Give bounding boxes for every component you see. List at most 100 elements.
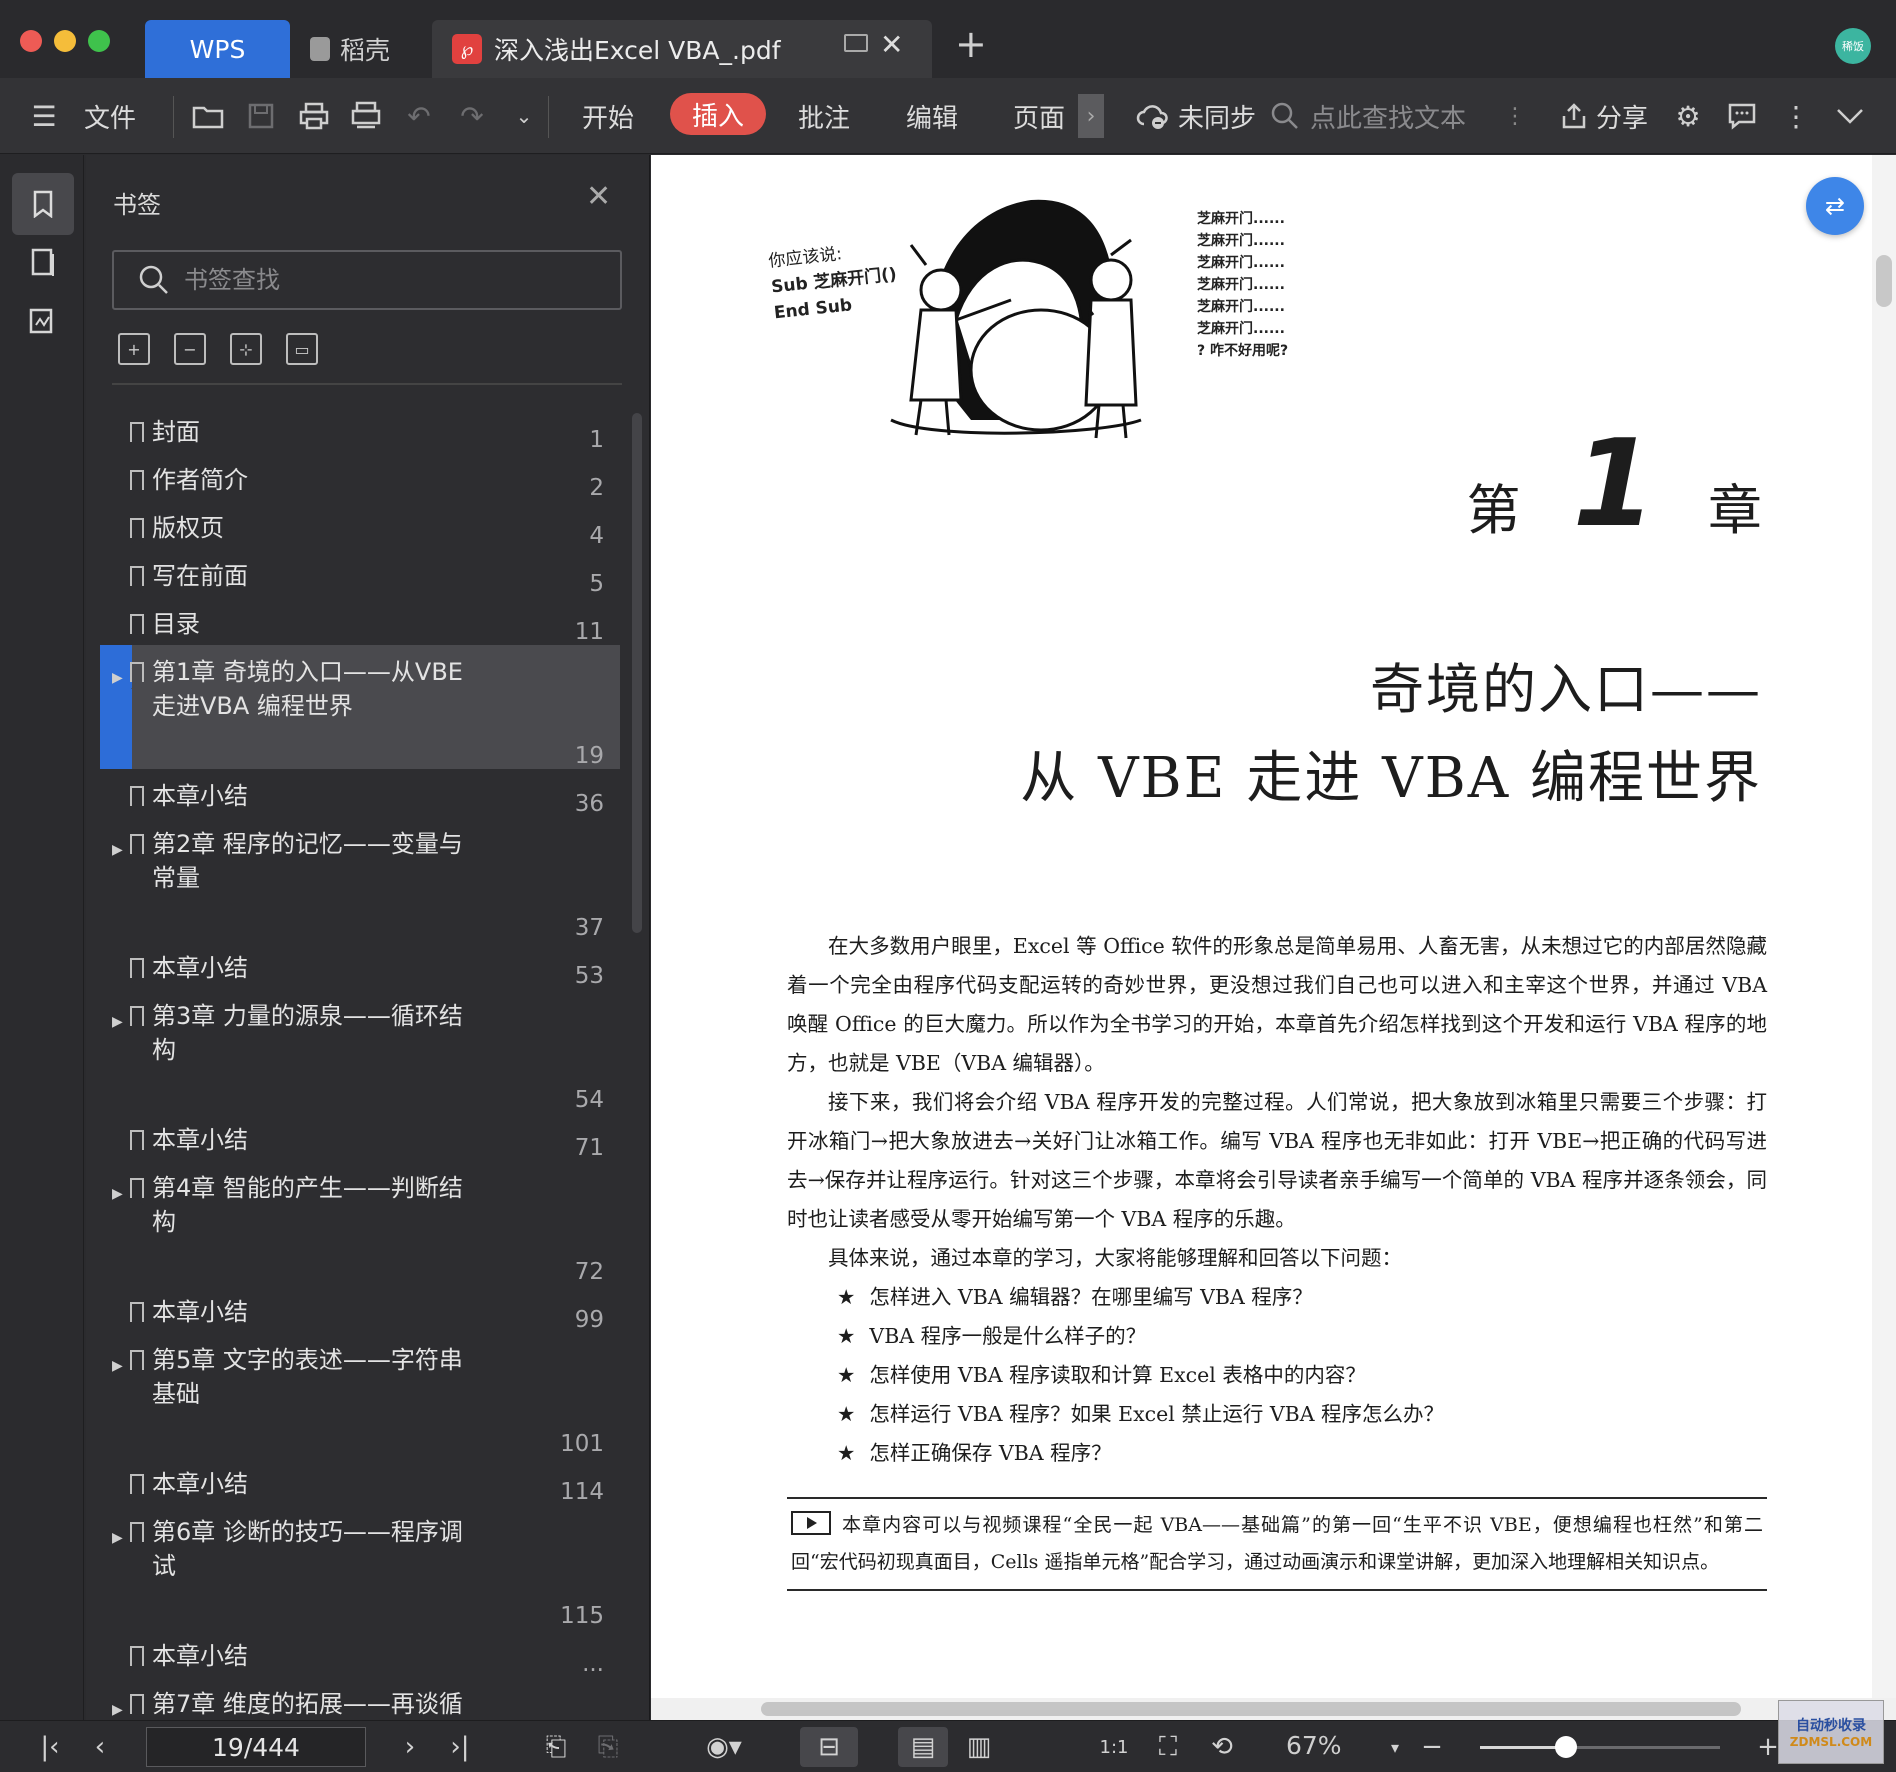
panel-scrollbar[interactable] [632, 413, 642, 933]
maximize-window-button[interactable] [88, 30, 110, 52]
minimize-window-button[interactable] [54, 30, 76, 52]
bookmark-item[interactable]: ▶ 第4章 智能的产生——判断结构 72 [100, 1161, 620, 1285]
horizontal-scroll-thumb[interactable] [761, 1702, 1741, 1716]
add-bookmark-icon[interactable]: + [118, 333, 150, 365]
print-preview-icon[interactable] [348, 98, 384, 134]
bookmark-item[interactable]: 封面 1 [100, 405, 620, 453]
open-folder-icon[interactable] [190, 98, 226, 134]
close-window-button[interactable] [20, 30, 42, 52]
bookmark-page-number: 5 [589, 571, 604, 597]
next-page-icon[interactable]: › [390, 1727, 430, 1767]
page-number-input[interactable] [146, 1727, 366, 1767]
bookmark-item[interactable]: ▶ 第1章 奇境的入口——从VBE走进VBA 编程世界 19 [100, 645, 620, 769]
bookmark-item[interactable]: 本章小结 53 [100, 941, 620, 989]
undo-icon[interactable]: ↶ [401, 98, 437, 134]
tab-daoke-label: 稻壳 [340, 36, 391, 65]
menu-start[interactable]: 开始 [582, 78, 634, 154]
expand-arrow-icon[interactable]: ▶ [112, 1702, 123, 1718]
bookmark-item[interactable]: 目录 11 [100, 597, 620, 645]
menu-insert[interactable]: 插入 [670, 93, 767, 135]
zoom-slider[interactable] [1480, 1746, 1720, 1749]
first-page-icon[interactable]: |‹ [30, 1727, 70, 1767]
new-tab-button[interactable]: + [955, 22, 987, 66]
fit-page-icon[interactable]: ⛶ [1146, 1727, 1190, 1767]
bookmark-outline-icon[interactable]: ▭ [286, 333, 318, 365]
find-text[interactable]: 点此查找文本 [1270, 78, 1466, 154]
more-options-icon[interactable]: ⋮ [1778, 98, 1814, 134]
bookmark-label: 第5章 文字的表述——字符串基础 [152, 1346, 463, 1408]
save-icon[interactable] [243, 98, 279, 134]
rotate-icon[interactable]: ⟲ [1200, 1727, 1244, 1767]
question-item: ★ VBA 程序一般是什么样子的？ [837, 1317, 1767, 1356]
more-menus-arrow-icon[interactable]: › [1078, 94, 1104, 138]
bookmark-item[interactable]: ▶ 第2章 程序的记忆——变量与常量 37 [100, 817, 620, 941]
menu-annotate[interactable]: 批注 [798, 78, 850, 154]
bookmark-item[interactable]: ▶ 第5章 文字的表述——字符串基础 101 [100, 1333, 620, 1457]
monitor-icon[interactable] [844, 34, 868, 52]
remove-bookmark-icon[interactable]: − [174, 333, 206, 365]
menu-page[interactable]: 页面 [1013, 78, 1065, 154]
floating-convert-button-icon[interactable]: ⇄ [1806, 177, 1864, 235]
tab-document[interactable]: ℘ 深入浅出Excel VBA_.pdf ✕ [432, 20, 932, 78]
chapter-title-line-2: 从 VBE 走进 VBA 编程世界 [1020, 746, 1762, 811]
tab-daoke[interactable]: 稻壳 [310, 20, 430, 78]
share-button[interactable]: 分享 [1560, 78, 1648, 154]
file-menu[interactable]: 文件 [84, 78, 136, 154]
bookmark-item[interactable]: 本章小结 99 [100, 1285, 620, 1333]
print-icon[interactable] [296, 98, 332, 134]
comment-icon[interactable] [1724, 98, 1760, 134]
single-page-icon[interactable]: ▤ [898, 1727, 948, 1767]
eye-protection-icon[interactable]: ◉▾ [696, 1727, 752, 1767]
expand-arrow-icon[interactable]: ▶ [112, 1014, 123, 1030]
bookmark-panel-icon[interactable] [12, 173, 74, 235]
settings-gear-icon[interactable]: ⚙ [1670, 98, 1706, 134]
actual-size-icon[interactable]: 1:1 [1092, 1727, 1136, 1767]
redo-icon[interactable]: ↷ [454, 98, 490, 134]
zoom-slider-knob[interactable] [1555, 1736, 1578, 1758]
close-panel-icon[interactable]: ✕ [586, 179, 611, 214]
quick-access-dropdown-icon[interactable]: ⌄ [506, 98, 542, 134]
expand-arrow-icon[interactable]: ▶ [112, 1358, 123, 1374]
signature-panel-icon[interactable] [12, 291, 74, 353]
vertical-scroll-thumb[interactable] [1876, 255, 1892, 307]
back-view-icon[interactable]: ⎗ [536, 1727, 576, 1767]
fit-width-icon[interactable]: ⊟ [800, 1727, 858, 1767]
zoom-dropdown-icon[interactable]: ▾ [1380, 1727, 1410, 1767]
bookmark-item[interactable]: 作者简介 2 [100, 453, 620, 501]
vertical-dots-icon[interactable]: ⋮ [1497, 98, 1533, 134]
bookmark-item[interactable]: ▶第7章 维度的拓展——再谈循环结构... [100, 1677, 620, 1720]
user-avatar[interactable]: 稀饭 [1835, 28, 1871, 64]
bookmark-page-number: 36 [574, 791, 604, 817]
expand-arrow-icon[interactable]: ▶ [112, 1530, 123, 1546]
hamburger-menu-icon[interactable]: ☰ [26, 98, 62, 134]
zoom-out-icon[interactable]: − [1414, 1727, 1450, 1767]
bookmark-search-input[interactable] [184, 266, 584, 294]
two-page-icon[interactable]: ▥ [954, 1727, 1004, 1767]
bookmark-item[interactable]: 本章小结 114 [100, 1457, 620, 1505]
expand-arrow-icon[interactable]: ▶ [112, 842, 123, 858]
zoom-level[interactable]: 67% [1286, 1731, 1342, 1760]
bookmark-item[interactable]: 本章小结 71 [100, 1113, 620, 1161]
bookmark-item[interactable]: ▶ 第6章 诊断的技巧——程序调试 115 [100, 1505, 620, 1629]
forward-view-icon[interactable]: ⎘ [588, 1727, 628, 1767]
paragraph: 具体来说，通过本章的学习，大家将能够理解和回答以下问题： [828, 1246, 1402, 1270]
menu-edit[interactable]: 编辑 [906, 78, 958, 154]
close-tab-icon[interactable]: ✕ [880, 28, 903, 61]
previous-page-icon[interactable]: ‹ [80, 1727, 120, 1767]
expand-arrow-icon[interactable]: ▶ [112, 670, 123, 686]
vertical-scrollbar[interactable] [1872, 155, 1896, 1700]
bookmark-item[interactable]: 写在前面 5 [100, 549, 620, 597]
horizontal-scrollbar[interactable] [651, 1698, 1896, 1720]
new-bookmark-icon[interactable]: ⊹ [230, 333, 262, 365]
tab-wps[interactable]: WPS [145, 20, 290, 78]
bookmark-item[interactable]: ▶ 第3章 力量的源泉——循环结构 54 [100, 989, 620, 1113]
collapse-toolbar-chevron-icon[interactable] [1832, 98, 1868, 134]
expand-arrow-icon[interactable]: ▶ [112, 1186, 123, 1202]
last-page-icon[interactable]: ›| [440, 1727, 480, 1767]
bookmark-item[interactable]: 版权页 4 [100, 501, 620, 549]
thumbnails-icon[interactable] [12, 231, 74, 293]
sync-status[interactable]: 未同步 [1136, 78, 1256, 154]
bookmark-item[interactable]: 本章小结... [100, 1629, 620, 1677]
bookmark-item[interactable]: 本章小结 36 [100, 769, 620, 817]
bookmark-search[interactable] [112, 250, 622, 310]
